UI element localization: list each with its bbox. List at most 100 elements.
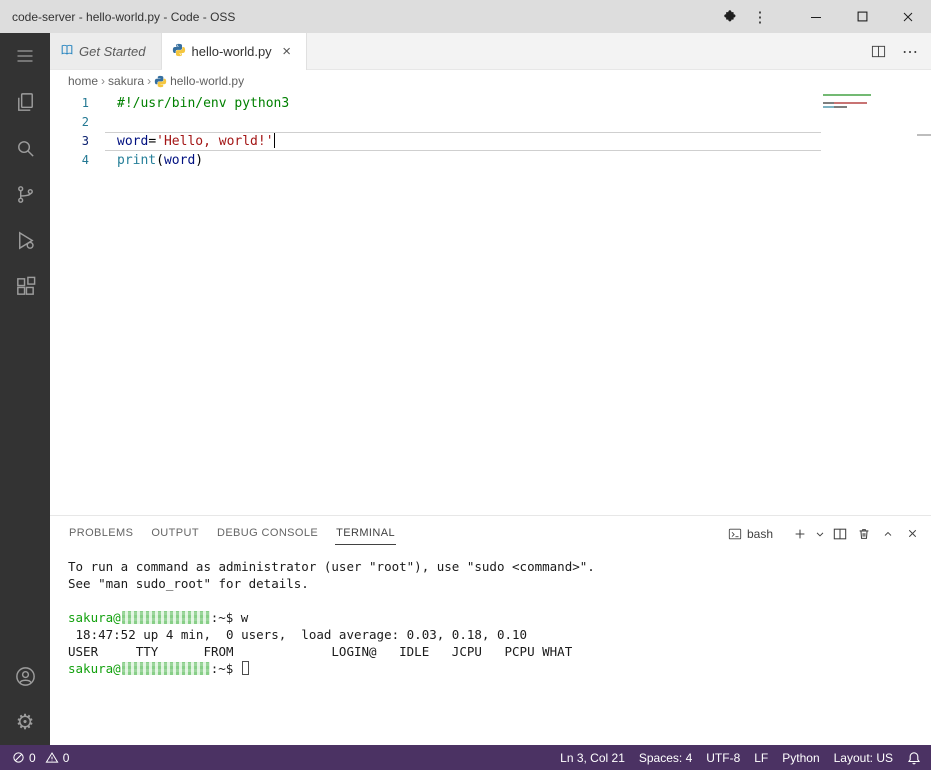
terminal-text: :~$ (211, 610, 241, 625)
terminal-text: sakura@ (68, 661, 121, 676)
explorer-icon[interactable] (0, 79, 50, 125)
terminal-output[interactable]: To run a command as administrator (user … (50, 551, 931, 745)
search-icon[interactable] (0, 125, 50, 171)
terminal-line: USER TTY FROM LOGIN@ IDLE JCPU PCPU WHAT (68, 643, 913, 660)
kill-terminal-trash-icon[interactable] (853, 523, 875, 545)
minimap-line (823, 106, 917, 108)
breadcrumb-home[interactable]: home (68, 74, 98, 88)
code-text[interactable]: print(word) (117, 151, 203, 170)
code-token: print (117, 153, 156, 168)
panel-tab-problems[interactable]: PROBLEMS (68, 522, 134, 545)
breadcrumb-sakura[interactable]: sakura (108, 74, 144, 88)
panel-tabs: PROBLEMS OUTPUT DEBUG CONSOLE TERMINAL (68, 522, 412, 545)
close-tab-icon[interactable]: × (278, 43, 296, 61)
title-bar: code-server - hello-world.py - Code - OS… (0, 0, 931, 33)
statusbar-right-items: Ln 3, Col 21Spaces: 4UTF-8LFPythonLayout… (553, 751, 900, 765)
panel-tab-terminal[interactable]: TERMINAL (335, 522, 396, 545)
encoding[interactable]: UTF-8 (699, 751, 747, 765)
terminal-shell-entry[interactable]: bash (728, 527, 773, 541)
code-token: 'Hello, world!' (156, 134, 273, 149)
terminal-line: See "man sudo_root" for details. (68, 575, 913, 592)
panel-tab-debug-console[interactable]: DEBUG CONSOLE (216, 522, 319, 545)
settings-gear-icon[interactable]: ⚙ (0, 699, 50, 745)
kebab-menu-icon[interactable]: ⋮ (745, 0, 775, 33)
minimap-line (823, 102, 917, 104)
breadcrumb: home › sakura › hello-world.py (50, 70, 931, 92)
tab-get-started[interactable]: Get Started (50, 33, 162, 69)
code-token: #!/usr/bin/env python3 (117, 96, 289, 111)
source-control-icon[interactable] (0, 171, 50, 217)
terminal-text: To run a command as administrator (user … (68, 559, 595, 574)
overview-ruler-cursor-mark (917, 134, 931, 136)
line-number[interactable]: 2 (50, 113, 105, 132)
close-window-button[interactable] (885, 0, 931, 33)
extension-puzzle-icon[interactable] (715, 0, 745, 33)
eol-sequence[interactable]: LF (747, 751, 775, 765)
terminal-line: To run a command as administrator (user … (68, 558, 913, 575)
breadcrumb-separator: › (147, 74, 151, 88)
line-number[interactable]: 1 (50, 94, 105, 113)
tab-label: Get Started (79, 44, 145, 59)
notifications-bell-icon[interactable] (900, 751, 923, 765)
code-editor[interactable]: 1 #!/usr/bin/env python3 23 word='Hello, wo… (50, 92, 931, 515)
statusbar-right: Ln 3, Col 21Spaces: 4UTF-8LFPythonLayout… (553, 751, 923, 765)
panel-tab-output[interactable]: OUTPUT (150, 522, 200, 545)
status-bar: 0 0 Ln 3, Col 21Spaces: 4UTF-8LFPythonLa… (0, 745, 931, 770)
warning-count: 0 (63, 751, 70, 765)
code-token: word (164, 153, 195, 168)
breadcrumb-separator: › (101, 74, 105, 88)
more-actions-icon[interactable]: ⋯ (899, 41, 921, 63)
indentation[interactable]: Spaces: 4 (632, 751, 699, 765)
terminal-text: USER TTY FROM LOGIN@ IDLE JCPU PCPU WHAT (68, 644, 572, 659)
terminal-line: 18:47:52 up 4 min, 0 users, load average… (68, 626, 913, 643)
code-line[interactable]: 4 print(word) (50, 151, 821, 170)
breadcrumb-file-label: hello-world.py (170, 74, 244, 88)
new-terminal-icon[interactable] (789, 523, 811, 545)
terminal-text: 18:47:52 up 4 min, 0 users, load average… (68, 627, 527, 642)
editor-scrollbar[interactable] (917, 92, 931, 515)
code-line[interactable]: 3 word='Hello, world!' (50, 132, 821, 151)
problems-status[interactable]: 0 0 (8, 751, 78, 765)
minimap[interactable] (821, 92, 917, 515)
minimap-line (823, 98, 917, 100)
code-line[interactable]: 1 #!/usr/bin/env python3 (50, 94, 821, 113)
bottom-panel: PROBLEMS OUTPUT DEBUG CONSOLE TERMINAL bash (50, 515, 931, 745)
terminal-line (68, 592, 913, 609)
run-debug-icon[interactable] (0, 217, 50, 263)
language-mode[interactable]: Python (775, 751, 826, 765)
account-icon[interactable] (0, 653, 50, 699)
extensions-icon[interactable] (0, 263, 50, 309)
breadcrumb-file[interactable]: hello-world.py (154, 74, 244, 88)
tab-label: hello-world.py (191, 44, 271, 59)
minimap-line (823, 94, 917, 96)
maximize-button[interactable] (839, 0, 885, 33)
minimize-button[interactable] (793, 0, 839, 33)
python-icon (172, 43, 186, 60)
terminal-text: :~$ (211, 661, 241, 676)
code-text[interactable]: #!/usr/bin/env python3 (117, 94, 289, 113)
python-icon (154, 75, 167, 88)
code-line[interactable]: 2 (50, 113, 821, 132)
close-panel-icon[interactable] (901, 523, 923, 545)
error-count: 0 (29, 751, 36, 765)
split-terminal-icon[interactable] (829, 523, 851, 545)
editor-cursor (274, 133, 276, 148)
split-editor-icon[interactable] (867, 41, 889, 63)
tab-bar: Get Started hello-world.py × ⋯ (50, 33, 931, 70)
line-number[interactable]: 3 (50, 132, 105, 151)
shell-label: bash (747, 527, 773, 541)
tab-hello-world-py[interactable]: hello-world.py × (162, 33, 306, 70)
cursor-position[interactable]: Ln 3, Col 21 (553, 751, 632, 765)
code-text[interactable]: word='Hello, world!' (117, 132, 275, 151)
terminal-line: sakura@:~$ w (68, 609, 913, 626)
terminal-text: See "man sudo_root" for details. (68, 576, 309, 591)
line-number[interactable]: 4 (50, 151, 105, 170)
terminal-cursor (242, 661, 249, 675)
redacted-hostname (122, 611, 210, 624)
window-title: code-server - hello-world.py - Code - OS… (0, 10, 235, 24)
maximize-panel-icon[interactable] (877, 523, 899, 545)
chevron-down-icon[interactable] (813, 523, 827, 545)
keyboard-layout[interactable]: Layout: US (827, 751, 900, 765)
menu-icon[interactable] (0, 33, 50, 79)
terminal-text: w (241, 610, 249, 625)
